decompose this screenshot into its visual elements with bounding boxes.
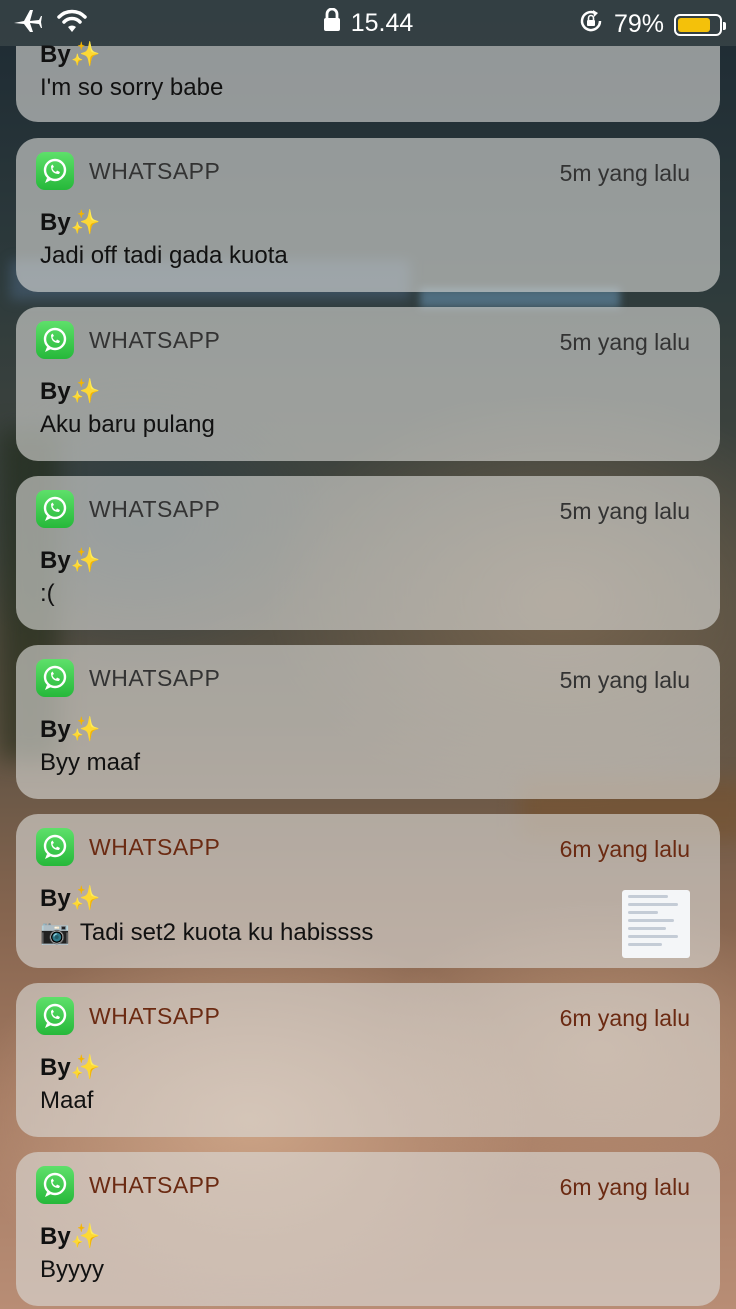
battery-level	[678, 17, 710, 32]
notification-app-name: WHATSAPP	[89, 496, 221, 522]
notification-app-name: WHATSAPP	[89, 1003, 221, 1029]
notification-card[interactable]: WHATSAPP 5m yang lalu By✨ Jadi off tadi …	[16, 138, 720, 292]
whatsapp-icon	[36, 152, 74, 190]
notification-card[interactable]: WHATSAPP 5m yang lalu By✨ Byy maaf	[16, 645, 720, 799]
notification-app-name: WHATSAPP	[89, 665, 221, 691]
notification-card[interactable]: By✨ I'm so sorry babe	[16, 41, 720, 122]
notification-message: 📷 Tadi set2 kuota ku habissss	[40, 918, 374, 947]
notification-app-name: WHATSAPP	[89, 327, 221, 353]
notification-card[interactable]: WHATSAPP 6m yang lalu By✨ Byyyy	[16, 1152, 720, 1306]
sparkle-emoji: ✨	[70, 1054, 101, 1081]
notification-sender: By✨	[40, 716, 101, 743]
whatsapp-icon	[36, 828, 74, 866]
notification-message: Byy maaf	[40, 749, 141, 776]
notification-sender: By✨	[40, 378, 101, 405]
battery-icon	[674, 13, 726, 36]
notification-app-name: WHATSAPP	[89, 158, 221, 184]
notification-message: :(	[40, 580, 55, 607]
notification-time: 5m yang lalu	[559, 160, 690, 186]
notification-message: Maaf	[40, 1087, 94, 1114]
notification-card[interactable]: WHATSAPP 5m yang lalu By✨ Aku baru pulan…	[16, 307, 720, 461]
clock-time: 15.44	[350, 9, 414, 37]
sparkle-emoji: ✨	[70, 1223, 101, 1250]
notification-card[interactable]: WHATSAPP 5m yang lalu By✨ :(	[16, 476, 720, 630]
notification-time: 5m yang lalu	[559, 667, 690, 693]
notification-sender: By✨	[40, 1223, 101, 1250]
notification-card[interactable]: WHATSAPP 6m yang lalu By✨ Maaf	[16, 983, 720, 1137]
notification-card[interactable]: WHATSAPP 6m yang lalu By✨ 📷 Tadi set2 ku…	[16, 814, 720, 968]
notification-message: Byyyy	[40, 1256, 105, 1283]
notification-time: 6m yang lalu	[559, 1174, 690, 1200]
notification-time: 6m yang lalu	[559, 836, 690, 862]
notification-time: 5m yang lalu	[559, 498, 690, 524]
notification-time: 5m yang lalu	[559, 329, 690, 355]
whatsapp-icon	[36, 321, 74, 359]
notification-sender: By✨	[40, 547, 101, 574]
notification-sender: By✨	[40, 209, 101, 236]
sparkle-emoji: ✨	[70, 41, 101, 68]
notification-sender: By✨	[40, 1054, 101, 1081]
notification-time: 6m yang lalu	[559, 1005, 690, 1031]
notification-message: Aku baru pulang	[40, 411, 215, 438]
sparkle-emoji: ✨	[70, 547, 101, 574]
sparkle-emoji: ✨	[70, 209, 101, 236]
whatsapp-icon	[36, 659, 74, 697]
sparkle-emoji: ✨	[70, 378, 101, 405]
whatsapp-icon	[36, 997, 74, 1035]
notification-sender: By✨	[40, 41, 101, 68]
sparkle-emoji: ✨	[70, 885, 101, 912]
notification-message: I'm so sorry babe	[40, 74, 224, 101]
lock-icon	[323, 7, 341, 39]
notification-sender: By✨	[40, 885, 101, 912]
camera-icon: 📷	[40, 919, 70, 946]
battery-percent: 79%	[613, 10, 664, 38]
whatsapp-icon	[36, 1166, 74, 1204]
whatsapp-icon	[36, 490, 74, 528]
image-thumbnail[interactable]	[622, 890, 690, 958]
notification-app-name: WHATSAPP	[89, 1172, 221, 1198]
rotation-lock-icon	[578, 8, 604, 41]
notification-message: Jadi off tadi gada kuota	[40, 242, 288, 269]
status-bar: 15.44 79%	[0, 0, 736, 46]
notification-app-name: WHATSAPP	[89, 834, 221, 860]
sparkle-emoji: ✨	[70, 716, 101, 743]
